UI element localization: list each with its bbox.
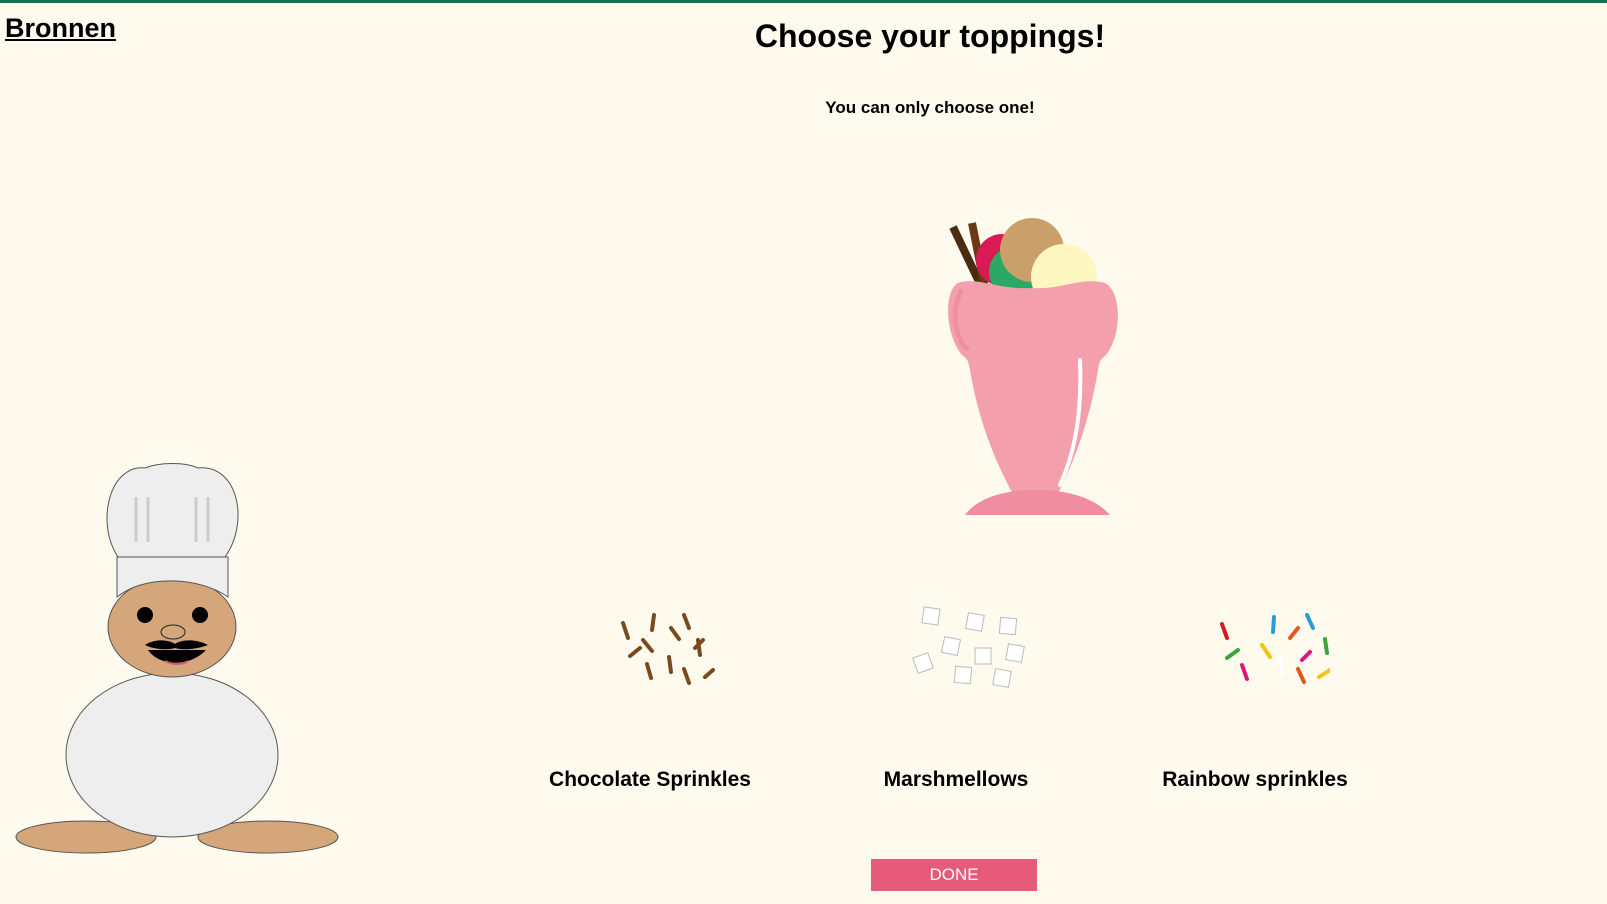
topping-option-marshmallows[interactable]: Marshmellows [846, 600, 1066, 791]
page-subtitle: You can only choose one! [825, 98, 1035, 117]
topping-option-chocolate-sprinkles[interactable]: Chocolate Sprinkles [540, 600, 760, 791]
done-button[interactable]: DONE [871, 859, 1037, 891]
page-title: Choose your toppings! [754, 18, 1106, 54]
topping-label-marshmallows: Marshmellows [883, 768, 1029, 791]
topping-label-rainbow-sprinkles: Rainbow sprinkles [1162, 768, 1348, 791]
marshmallows-icon [912, 606, 1025, 688]
sources-link[interactable]: Bronnen [5, 13, 116, 44]
chocolate-sprinkles-icon [621, 613, 715, 685]
topping-label-chocolate-sprinkles: Chocolate Sprinkles [549, 768, 751, 791]
sundae-glass-illustration [948, 218, 1118, 515]
chef-illustration [15, 463, 339, 854]
rainbow-sprinkles-icon [1220, 613, 1330, 684]
topping-option-rainbow-sprinkles[interactable]: Rainbow sprinkles [1145, 600, 1365, 791]
top-accent-bar [0, 0, 1607, 3]
